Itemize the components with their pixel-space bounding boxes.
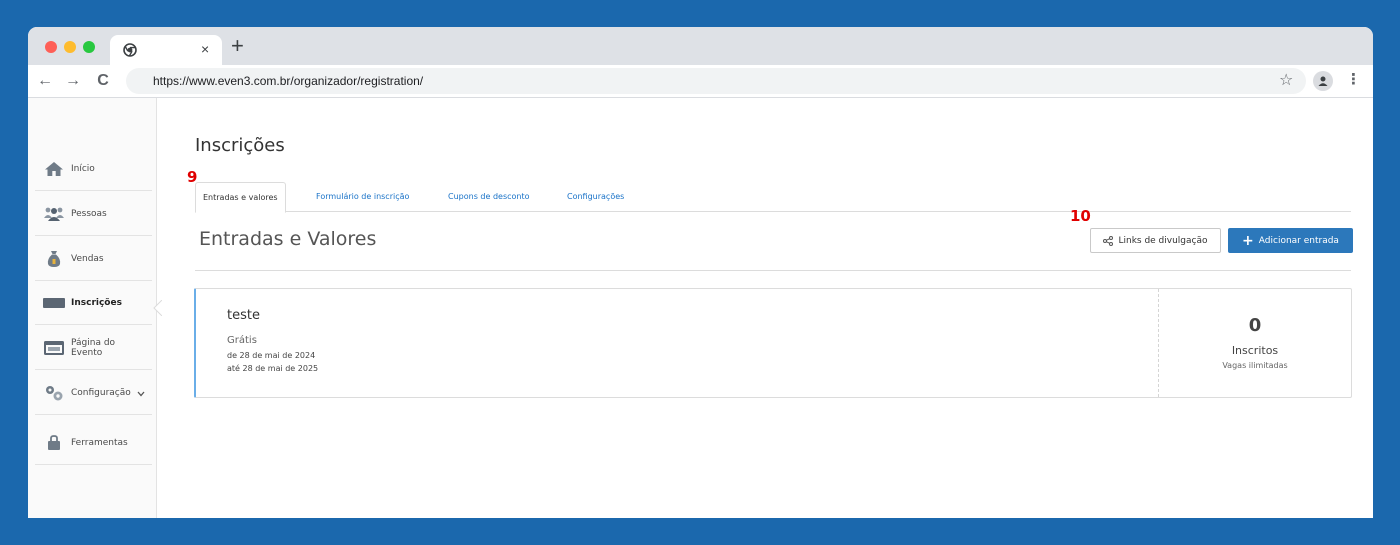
tab-configuracoes[interactable]: Configurações	[560, 182, 631, 212]
back-icon[interactable]: ←	[34, 70, 56, 92]
tab-formulario-de-inscricao[interactable]: Formulário de inscrição	[309, 182, 416, 212]
browser-tab[interactable]: ×	[110, 35, 222, 65]
chevron-down-icon	[137, 384, 145, 402]
main-content: Inscrições 9 Entradas e valores Formulár…	[157, 98, 1373, 518]
tab-strip: × +	[28, 27, 1373, 65]
sidebar-item-pessoas[interactable]: Pessoas	[35, 192, 152, 236]
entry-divider	[1158, 289, 1159, 397]
sidebar: Início Pessoas Vendas Inscrições Página …	[28, 98, 157, 518]
sidebar-item-label: Inscrições	[71, 297, 122, 308]
new-tab-button[interactable]: +	[231, 35, 244, 57]
links-de-divulgacao-button[interactable]: Links de divulgação	[1090, 228, 1221, 253]
adicionar-entrada-button[interactable]: + Adicionar entrada	[1228, 228, 1353, 253]
browser-menu-icon[interactable]: ⋮	[1346, 70, 1361, 88]
sidebar-item-configuracao[interactable]: Configuração	[35, 371, 152, 415]
entry-start-date: de 28 de mai de 2024	[227, 351, 316, 360]
tab-cupons-de-desconto[interactable]: Cupons de desconto	[441, 182, 537, 212]
home-icon	[41, 159, 67, 179]
reload-icon[interactable]: C	[92, 70, 114, 92]
plus-icon: +	[1242, 232, 1254, 249]
sidebar-item-label: Página do Evento	[71, 337, 116, 358]
links-de-divulgacao-label: Links de divulgação	[1118, 235, 1208, 246]
toolbox-icon	[41, 433, 67, 453]
sidebar-item-label: Pessoas	[71, 208, 107, 219]
sidebar-item-pagina-do-evento[interactable]: Página do Evento	[35, 326, 152, 370]
entry-end-date: até 28 de mai de 2025	[227, 364, 319, 373]
people-icon	[41, 204, 67, 224]
tab-close-icon[interactable]: ×	[201, 41, 209, 57]
chrome-icon	[122, 42, 138, 58]
section-title: Entradas e Valores	[199, 228, 377, 250]
minimize-window-button[interactable]	[64, 41, 76, 53]
browser-toolbar: ← → C https://www.even3.com.br/organizad…	[28, 65, 1373, 98]
address-bar-url: https://www.even3.com.br/organizador/reg…	[153, 74, 424, 88]
adicionar-entrada-label: Adicionar entrada	[1258, 235, 1339, 246]
app-area: Início Pessoas Vendas Inscrições Página …	[28, 98, 1373, 518]
forward-icon[interactable]: →	[62, 70, 84, 92]
sidebar-item-vendas[interactable]: Vendas	[35, 237, 152, 281]
entry-name: teste	[227, 308, 260, 323]
entry-registrants-label: Inscritos	[1231, 344, 1279, 357]
gears-icon	[41, 383, 67, 403]
browser-window-icon	[41, 338, 67, 358]
entry-card[interactable]: teste Grátis de 28 de mai de 2024 até 28…	[194, 288, 1352, 398]
ticket-icon	[41, 293, 67, 313]
sidebar-item-ferramentas[interactable]: Ferramentas	[35, 421, 152, 465]
sidebar-item-label: Vendas	[71, 253, 104, 264]
entry-price: Grátis	[227, 335, 257, 346]
address-bar[interactable]: https://www.even3.com.br/organizador/reg…	[126, 68, 1306, 94]
sidebar-item-inicio[interactable]: Início	[35, 147, 152, 191]
sidebar-item-label: Configuração	[71, 387, 131, 398]
bookmark-star-icon[interactable]: ☆	[1279, 70, 1293, 90]
money-bag-icon	[41, 249, 67, 269]
tab-bar: Entradas e valores Formulário de inscriç…	[195, 182, 1351, 213]
page-title: Inscrições	[195, 135, 285, 156]
sidebar-item-inscricoes[interactable]: Inscrições	[35, 281, 152, 325]
maximize-window-button[interactable]	[83, 41, 95, 53]
close-window-button[interactable]	[45, 41, 57, 53]
sidebar-item-label: Início	[71, 163, 95, 174]
entry-registrants-count: 0	[1248, 315, 1262, 336]
section-divider	[195, 270, 1351, 271]
share-icon	[1103, 235, 1114, 246]
browser-window: × + ← → C https://www.even3.com.br/organ…	[28, 27, 1373, 518]
tab-entradas-e-valores[interactable]: Entradas e valores	[195, 182, 286, 213]
profile-avatar-icon[interactable]	[1313, 71, 1333, 91]
entry-slots: Vagas ilimitadas	[1222, 361, 1288, 370]
step-annotation-10: 10	[1070, 207, 1091, 225]
sidebar-item-label: Ferramentas	[71, 437, 128, 448]
